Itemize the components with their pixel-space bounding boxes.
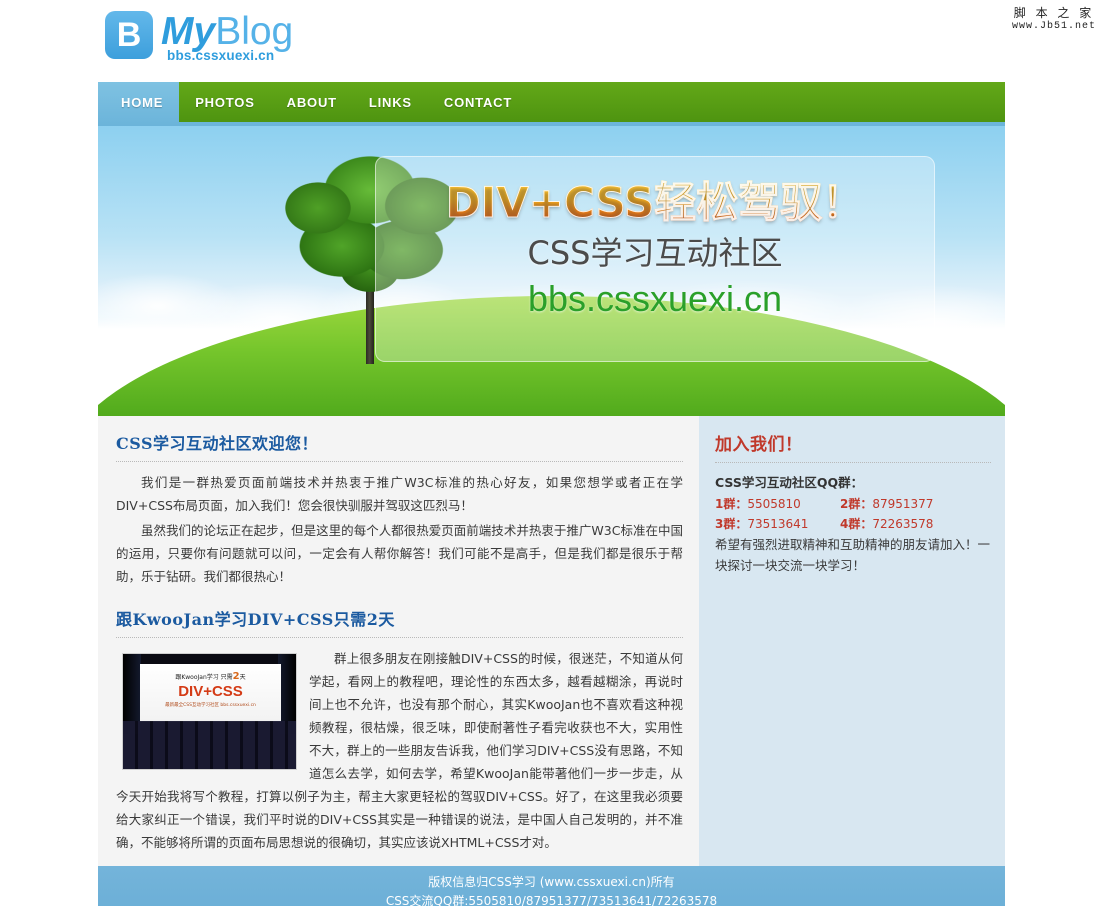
site-container: B MyBlog bbs.cssxuexi.cn HOME PHOTOS ABO… (98, 0, 1005, 906)
sidebar-qq-row-2: 3群：73513641 4群：72263578 (715, 514, 991, 534)
logo-subtitle: bbs.cssxuexi.cn (167, 48, 275, 63)
logo-blog-text: Blog (215, 10, 294, 53)
sidebar-qq-group-1: 1群：5505810 (715, 494, 840, 514)
site-logo[interactable]: B MyBlog bbs.cssxuexi.cn (105, 11, 293, 64)
thumbnail-seats (123, 721, 296, 769)
logo-wordmark: MyBlog (161, 11, 293, 53)
thumbnail-line1-post: 天 (239, 674, 246, 681)
sidebar-qq-number-2: 87951377 (872, 497, 934, 511)
thumbnail-screen: 跟KwooJan学习 只需2天 DIV+CSS 最新最全CSS互动学习社区 bb… (140, 664, 281, 722)
sidebar-title: 加入我们！ (715, 435, 803, 455)
nav-item-links[interactable]: LINKS (352, 82, 428, 122)
thumbnail-line1: 跟KwooJan学习 只需2天 (140, 671, 281, 682)
hero-banner: DIV+CSS轻松驾驭！ CSS学习互动社区 bbs.cssxuexi.cn (98, 126, 1005, 416)
logo-my-text: My (161, 10, 216, 53)
section2-title: 跟KwooJan学习DIV+CSS只需2天 (116, 610, 395, 629)
nav-item-contact[interactable]: CONTACT (427, 82, 529, 122)
section2-divider (116, 637, 683, 638)
sidebar-note: 希望有强烈进取精神和互助精神的朋友请加入！一块探讨一块交流一块学习！ (715, 537, 991, 573)
section1-paragraph-2: 虽然我们的论坛正在起步，但是这里的每个人都很热爱页面前端技术并热衷于推广W3C标… (116, 523, 683, 584)
sidebar-qq-heading: CSS学习互动社区QQ群： (715, 475, 864, 490)
thumbnail-line2: DIV+CSS (178, 683, 243, 700)
main-navigation: HOME PHOTOS ABOUT LINKS CONTACT (98, 82, 1005, 126)
section2-article: 跟KwooJan学习 只需2天 DIV+CSS 最新最全CSS互动学习社区 bb… (116, 647, 683, 856)
nav-item-photos[interactable]: PHOTOS (179, 82, 271, 122)
sidebar: 加入我们！ CSS学习互动社区QQ群： 1群：5505810 2群：8795137… (699, 416, 1005, 866)
nav-item-about[interactable]: ABOUT (270, 82, 353, 122)
section1-title: CSS学习互动社区欢迎您！ (116, 434, 318, 453)
footer-qq-groups: CSS交流QQ群:5505810/87951377/73513641/72263… (385, 894, 718, 906)
banner-subheadline: CSS学习互动社区 (527, 234, 783, 272)
section1-divider (116, 461, 683, 462)
nav-item-home[interactable]: HOME (105, 82, 179, 122)
nav-items: HOME PHOTOS ABOUT LINKS CONTACT (105, 82, 529, 126)
banner-text-block: DIV+CSS轻松驾驭！ CSS学习互动社区 bbs.cssxuexi.cn (375, 156, 935, 322)
sidebar-qq-number-1: 5505810 (747, 497, 801, 511)
watermark-url-text: www.Jb51.net (1011, 21, 1096, 32)
banner-site-url: bbs.cssxuexi.cn (527, 278, 783, 319)
footer-copyright: 版权信息归CSS学习 (www.cssxuexi.cn)所有 (428, 875, 675, 889)
sidebar-qq-row-1: 1群：5505810 2群：87951377 (715, 494, 991, 514)
thumbnail-line1-pre: 跟KwooJan学习 只需 (175, 674, 233, 681)
sidebar-qq-label-4: 4群： (840, 517, 873, 531)
thumbnail-line1-number: 2 (232, 671, 240, 682)
sidebar-qq-group-2: 2群：87951377 (840, 494, 965, 514)
site-header: B MyBlog bbs.cssxuexi.cn (98, 0, 1005, 82)
article-thumbnail[interactable]: 跟KwooJan学习 只需2天 DIV+CSS 最新最全CSS互动学习社区 bb… (122, 653, 297, 770)
site-footer: 版权信息归CSS学习 (www.cssxuexi.cn)所有 CSS交流QQ群:… (98, 866, 1005, 906)
sidebar-qq-number-3: 73513641 (747, 517, 809, 531)
thumbnail-line3: 最新最全CSS互动学习社区 bbs.cssxuexi.cn (165, 703, 256, 708)
sidebar-qq-group-4: 4群：72263578 (840, 514, 965, 534)
banner-headline: DIV+CSS轻松驾驭！ (375, 176, 935, 230)
sidebar-qq-label-1: 1群： (715, 497, 748, 511)
sidebar-qq-label-2: 2群： (840, 497, 873, 511)
logo-text-group: MyBlog bbs.cssxuexi.cn (161, 11, 293, 64)
main-content: CSS学习互动社区欢迎您！ 我们是一群热爱页面前端技术并热衷于推广W3C标准的热… (98, 416, 699, 866)
nav-filler (528, 82, 1005, 122)
sidebar-qq-group-3: 3群：73513641 (715, 514, 840, 534)
body-wrapper: CSS学习互动社区欢迎您！ 我们是一群热爱页面前端技术并热衷于推广W3C标准的热… (98, 416, 1005, 866)
sidebar-divider (715, 462, 991, 463)
sidebar-qq-label-3: 3群： (715, 517, 748, 531)
section1-paragraph-1: 我们是一群热爱页面前端技术并热衷于推广W3C标准的热心好友，如果您想学或者正在学… (116, 475, 683, 513)
watermark-cn-text: 脚 本 之 家 (1013, 6, 1095, 20)
sidebar-qq-number-4: 72263578 (872, 517, 934, 531)
page-root: 脚 本 之 家 www.Jb51.net B MyBlog bbs.cssxue… (0, 0, 1102, 906)
watermark: 脚 本 之 家 www.Jb51.net (1012, 6, 1096, 34)
logo-badge-icon: B (105, 11, 153, 59)
